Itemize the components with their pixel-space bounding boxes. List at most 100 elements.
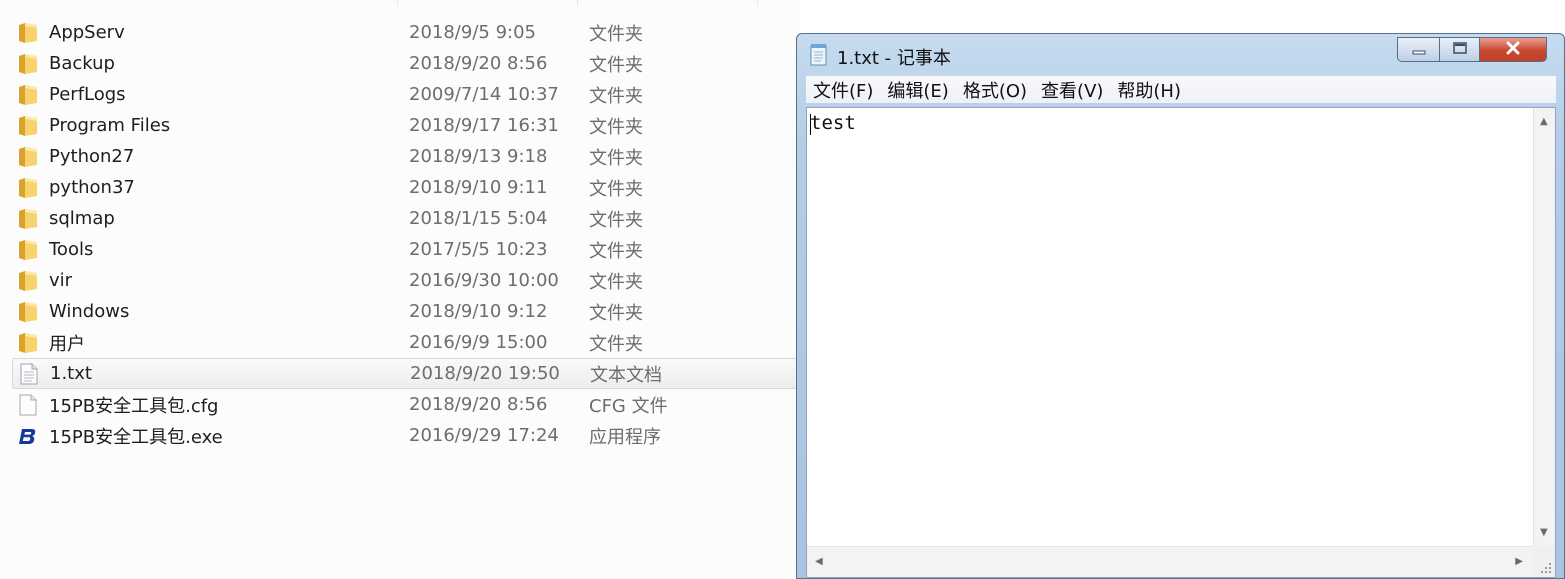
file-row[interactable]: python37 2018/9/10 9:11 文件夹 [12, 172, 802, 203]
file-date-modified: 2018/9/17 16:31 [409, 115, 559, 136]
folder-icon [18, 332, 38, 354]
file-row[interactable]: PerfLogs 2009/7/14 10:37 文件夹 [12, 79, 802, 110]
file-row[interactable]: Program Files 2018/9/17 16:31 文件夹 [12, 110, 802, 141]
maximize-button[interactable] [1440, 37, 1480, 62]
window-title: 1.txt - 记事本 [837, 48, 951, 69]
file-name[interactable]: Windows [49, 301, 129, 322]
file-list: AppServ 2018/9/5 9:05 文件夹 Backup 2018/9/20 8… [12, 17, 802, 451]
file-name[interactable]: PerfLogs [49, 84, 126, 105]
scroll-left-icon[interactable]: ◀ [815, 556, 823, 567]
close-icon [1505, 40, 1521, 59]
file-row[interactable]: vir 2016/9/30 10:00 文件夹 [12, 265, 802, 296]
file-row[interactable]: Backup 2018/9/20 8:56 文件夹 [12, 48, 802, 79]
minimize-button[interactable] [1397, 37, 1440, 62]
file-date-modified: 2016/9/29 17:24 [409, 425, 559, 446]
file-row[interactable]: 用户 2016/9/9 15:00 文件夹 [12, 327, 802, 358]
file-name[interactable]: 15PB安全工具包.exe [49, 423, 223, 449]
text-caret [810, 114, 811, 135]
menu-help[interactable]: 帮助(H) [1110, 77, 1188, 103]
scroll-down-icon[interactable]: ▼ [1540, 527, 1548, 538]
folder-icon [18, 177, 38, 199]
file-name[interactable]: 用户 [49, 330, 85, 356]
folder-icon [18, 53, 38, 75]
file-type: 文本文档 [590, 364, 662, 386]
minimize-icon [1412, 40, 1426, 59]
file-icon [18, 394, 38, 416]
file-type: 文件夹 [589, 54, 643, 76]
file-name[interactable]: vir [49, 270, 72, 291]
folder-icon [18, 270, 38, 292]
file-date-modified: 2018/9/5 9:05 [409, 22, 536, 43]
scroll-right-icon[interactable]: ▶ [1515, 556, 1523, 567]
menu-file[interactable]: 文件(F) [806, 77, 880, 103]
folder-icon [18, 22, 38, 44]
file-row[interactable]: 1.txt 2018/9/20 19:50 文本文档 [12, 358, 802, 389]
file-row[interactable]: Windows 2018/9/10 9:12 文件夹 [12, 296, 802, 327]
vertical-scrollbar[interactable]: ▲ ▼ [1533, 108, 1555, 546]
folder-icon [18, 84, 38, 106]
file-date-modified: 2018/9/20 19:50 [410, 363, 560, 384]
folder-icon [18, 301, 38, 323]
menu-view[interactable]: 查看(V) [1034, 77, 1110, 103]
column-separator[interactable] [577, 0, 578, 6]
file-row[interactable]: 15PB安全工具包.exe 2016/9/29 17:24 应用程序 [12, 420, 802, 451]
file-type: 文件夹 [589, 116, 643, 138]
file-type: 文件夹 [589, 271, 643, 293]
file-name[interactable]: Python27 [49, 146, 134, 167]
column-separator[interactable] [397, 0, 398, 6]
file-row[interactable]: AppServ 2018/9/5 9:05 文件夹 [12, 17, 802, 48]
file-date-modified: 2018/9/10 9:12 [409, 301, 548, 322]
folder-icon [18, 146, 38, 168]
file-type: CFG 文件 [589, 395, 668, 417]
file-row[interactable]: 15PB安全工具包.cfg 2018/9/20 8:56 CFG 文件 [12, 389, 802, 420]
file-row[interactable]: Tools 2017/5/5 10:23 文件夹 [12, 234, 802, 265]
resize-grip-icon [1538, 559, 1552, 573]
close-button[interactable] [1480, 37, 1547, 62]
file-date-modified: 2018/9/10 9:11 [409, 177, 548, 198]
folder-icon [18, 208, 38, 230]
maximize-icon [1452, 40, 1468, 59]
file-type: 文件夹 [589, 302, 643, 324]
title-bar[interactable]: 1.txt - 记事本 [797, 34, 1564, 74]
file-row[interactable]: sqlmap 2018/1/15 5:04 文件夹 [12, 203, 802, 234]
file-name[interactable]: Program Files [49, 115, 170, 136]
file-date-modified: 2018/9/20 8:56 [409, 53, 548, 74]
file-type: 文件夹 [589, 240, 643, 262]
folder-icon [18, 239, 38, 261]
resize-grip[interactable] [1533, 546, 1555, 577]
menu-edit[interactable]: 编辑(E) [880, 77, 955, 103]
file-type: 应用程序 [589, 426, 661, 448]
notepad-icon [809, 43, 829, 67]
editor-content[interactable]: test [810, 112, 856, 134]
file-date-modified: 2018/9/13 9:18 [409, 146, 548, 167]
file-row[interactable]: Python27 2018/9/13 9:18 文件夹 [12, 141, 802, 172]
file-name[interactable]: 15PB安全工具包.cfg [49, 392, 219, 418]
scroll-up-icon[interactable]: ▲ [1540, 116, 1548, 127]
notepad-window[interactable]: 1.txt - 记事本 文件(F) 编辑(E) 格式(O) 查看(V) 帮助(H… [796, 33, 1565, 579]
menu-format[interactable]: 格式(O) [956, 77, 1034, 103]
folder-icon [18, 115, 38, 137]
column-separator[interactable] [757, 0, 758, 6]
file-type: 文件夹 [589, 23, 643, 45]
file-name[interactable]: python37 [49, 177, 135, 198]
file-name[interactable]: AppServ [49, 22, 125, 43]
file-type: 文件夹 [589, 178, 643, 200]
file-type: 文件夹 [589, 333, 643, 355]
file-name[interactable]: Backup [49, 53, 115, 74]
file-name[interactable]: sqlmap [49, 208, 115, 229]
horizontal-scrollbar[interactable]: ◀ ▶ [807, 546, 1533, 577]
file-name[interactable]: 1.txt [50, 363, 92, 384]
file-type: 文件夹 [589, 147, 643, 169]
file-name[interactable]: Tools [49, 239, 93, 260]
menu-bar: 文件(F) 编辑(E) 格式(O) 查看(V) 帮助(H) [806, 75, 1556, 103]
file-type: 文件夹 [589, 85, 643, 107]
file-date-modified: 2009/7/14 10:37 [409, 84, 559, 105]
file-date-modified: 2018/9/20 8:56 [409, 394, 548, 415]
app-b-icon [18, 425, 38, 447]
file-type: 文件夹 [589, 209, 643, 231]
file-date-modified: 2018/1/15 5:04 [409, 208, 548, 229]
explorer-file-list-pane: AppServ 2018/9/5 9:05 文件夹 Backup 2018/9/20 8… [0, 0, 802, 579]
file-date-modified: 2016/9/9 15:00 [409, 332, 548, 353]
text-editor[interactable]: test ▲ ▼ ◀ ▶ [806, 107, 1556, 578]
text-file-icon [19, 363, 39, 385]
